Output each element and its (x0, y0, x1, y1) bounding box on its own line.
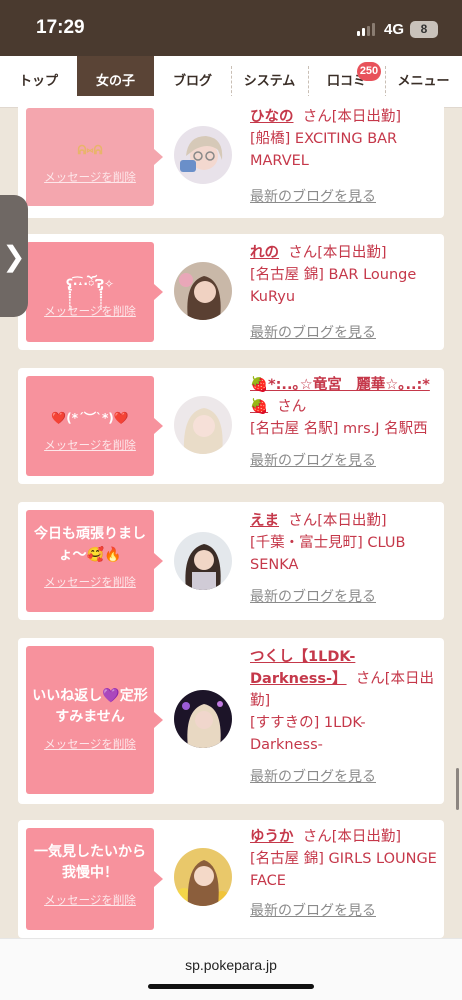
avatar[interactable] (174, 262, 232, 320)
shop-name: [船橋] EXCITING BAR MARVEL (250, 131, 398, 169)
message-text: いいね返し💜定形すみません (32, 688, 148, 725)
url-text[interactable]: sp.pokepara.jp (185, 957, 277, 973)
girl-info: えま さん[本日出勤] [千葉・富士見町] CLUB SENKA 最新のブログを… (250, 510, 438, 608)
avatar[interactable] (174, 126, 232, 184)
scroll-indicator (456, 768, 459, 810)
shop-name: [名古屋 名駅] mrs.J 名駅西 (250, 421, 428, 437)
girl-info: つくし【1LDK-Darkness-】 さん[本日出勤] [すすきの] 1LDK… (250, 646, 438, 788)
shop-name: [名古屋 錦] GIRLS LOUNGE FACE (250, 851, 437, 889)
latest-blog-link[interactable]: 最新のブログを見る (250, 189, 376, 205)
reviews-count-badge: 250 (357, 62, 381, 81)
girl-honorific: さん[本日出勤] (302, 109, 402, 125)
message-bubble: ʕ̢̣̣̣̣̩̩̩̩·͡˔·ོɁ̡̣̣̣̣̩̩̩̩✧ メッセージを削除 (26, 242, 163, 342)
message-card: ʕ̢̣̣̣̣̩̩̩̩·͡˔·ོɁ̡̣̣̣̣̩̩̩̩✧ メッセージを削除 れの さ… (18, 234, 444, 350)
girl-name-link[interactable]: れの (250, 245, 279, 261)
message-card: 今日も頑張りましょ〜🥰🔥 メッセージを削除 えま さん[本日出勤] [千葉・富士… (18, 502, 444, 620)
message-card: ❤️(*´︶`*)❤️ メッセージを削除 🍓*:..｡☆竜宮 麗華☆｡..:*🍓… (18, 368, 444, 484)
shop-name: [千葉・富士見町] CLUB SENKA (250, 535, 406, 573)
girl-info: ひなの さん[本日出勤] [船橋] EXCITING BAR MARVEL 最新… (250, 106, 438, 208)
latest-blog-link[interactable]: 最新のブログを見る (250, 453, 376, 469)
girl-name-link[interactable]: えま (250, 513, 279, 529)
message-card: 一気見したいから我慢中！ メッセージを削除 ゆうか さん[本日出勤] [名古屋 … (18, 820, 444, 938)
girl-name-link[interactable]: ひなの (250, 109, 294, 125)
girl-info: 🍓*:..｡☆竜宮 麗華☆｡..:*🍓 さん [名古屋 名駅] mrs.J 名駅… (250, 374, 438, 472)
shop-name: [すすきの] 1LDK-Darkness- (250, 715, 366, 753)
delete-message-link[interactable]: メッセージを削除 (26, 574, 154, 590)
message-bubble: ᕱ⑅ᕱ メッセージを削除 (26, 108, 163, 206)
shop-name: [名古屋 錦] BAR Lounge KuRyu (250, 267, 417, 305)
message-card: いいね返し💜定形すみません メッセージを削除 つくし【1LDK-Darkness… (18, 638, 444, 804)
girl-honorific: さん (277, 399, 307, 415)
girl-info: ゆうか さん[本日出勤] [名古屋 錦] GIRLS LOUNGE FACE 最… (250, 826, 438, 922)
message-bubble: 一気見したいから我慢中！ メッセージを削除 (26, 828, 163, 930)
message-bubble: 今日も頑張りましょ〜🥰🔥 メッセージを削除 (26, 510, 163, 612)
network-type: 4G (384, 21, 405, 38)
girl-honorific: さん[本日出勤] (288, 245, 387, 261)
message-text: ❤️(*´︶`*)❤️ (51, 411, 129, 425)
girl-info: れの さん[本日出勤] [名古屋 錦] BAR Lounge KuRyu 最新の… (250, 242, 438, 344)
girl-name-link[interactable]: ゆうか (250, 829, 294, 845)
message-card: ᕱ⑅ᕱ メッセージを削除 ひなの さん[本日出勤] [船橋] EXCITING … (18, 96, 444, 218)
delete-message-link[interactable]: メッセージを削除 (26, 736, 154, 752)
delete-message-link[interactable]: メッセージを削除 (26, 303, 154, 319)
status-time: 17:29 (36, 17, 85, 38)
girl-honorific: さん[本日出勤] (302, 829, 402, 845)
latest-blog-link[interactable]: 最新のブログを見る (250, 769, 376, 785)
avatar[interactable] (174, 690, 232, 748)
girl-name-link[interactable]: つくし【1LDK-Darkness-】 (250, 649, 355, 687)
latest-blog-link[interactable]: 最新のブログを見る (250, 903, 376, 919)
avatar[interactable] (174, 396, 232, 454)
status-bar: 17:29 4G 8 (0, 0, 462, 56)
battery-icon: 8 (410, 21, 438, 38)
signal-icon (357, 23, 377, 36)
latest-blog-link[interactable]: 最新のブログを見る (250, 325, 376, 341)
delete-message-link[interactable]: メッセージを削除 (26, 169, 154, 185)
message-bubble: ❤️(*´︶`*)❤️ メッセージを削除 (26, 376, 163, 476)
browser-url-bar[interactable]: sp.pokepara.jp (0, 938, 462, 1000)
message-text: 一気見したいから我慢中！ (34, 844, 146, 881)
home-indicator[interactable] (148, 984, 314, 989)
delete-message-link[interactable]: メッセージを削除 (26, 892, 154, 908)
drawer-handle-chevron-icon[interactable]: ❯ (0, 195, 28, 317)
message-text: 今日も頑張りましょ〜🥰🔥 (34, 526, 146, 563)
avatar[interactable] (174, 848, 232, 906)
message-bubble: いいね返し💜定形すみません メッセージを削除 (26, 646, 163, 794)
latest-blog-link[interactable]: 最新のブログを見る (250, 589, 376, 605)
delete-message-link[interactable]: メッセージを削除 (26, 437, 154, 453)
message-text: ʕ̢̣̣̣̣̩̩̩̩·͡˔·ོɁ̡̣̣̣̣̩̩̩̩✧ (65, 277, 115, 291)
message-text: ᕱ⑅ᕱ (77, 143, 103, 157)
girl-honorific: さん[本日出勤] (288, 513, 387, 529)
avatar[interactable] (174, 532, 232, 590)
